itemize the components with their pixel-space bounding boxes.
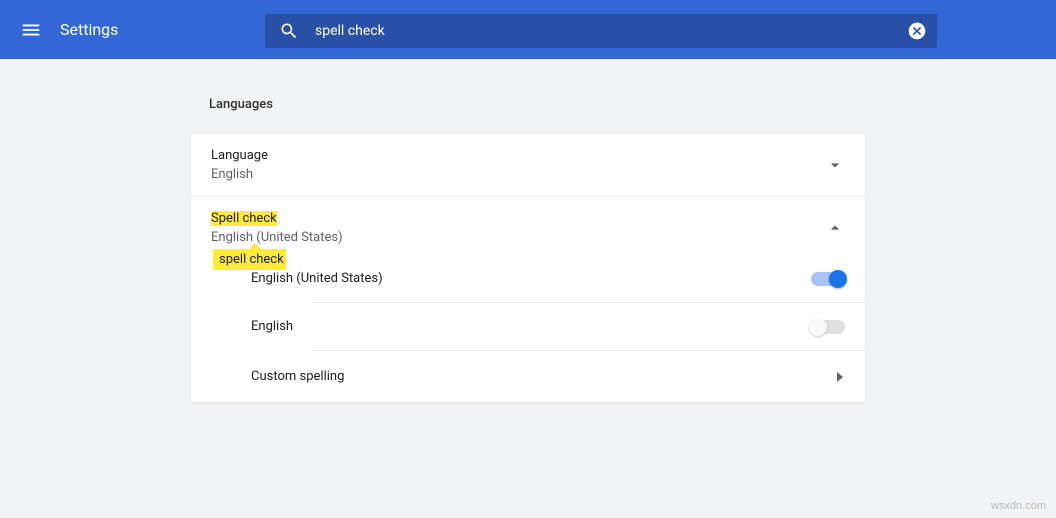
toggle-en-us[interactable] [811, 272, 845, 286]
spellcheck-highlight: Spell check [211, 211, 277, 226]
spellcheck-en-us-label: English (United States) [251, 271, 383, 286]
spellcheck-en-label: English [251, 319, 293, 334]
watermark: wsxdn.com [991, 500, 1046, 512]
section-title: Languages [209, 97, 865, 112]
spellcheck-row[interactable]: Spell check English (United States) [191, 197, 865, 255]
search-icon [279, 21, 299, 41]
language-row[interactable]: Language English [191, 134, 865, 197]
languages-card: Language English Spell check English (Un… [191, 134, 865, 402]
spellcheck-sub: English (United States) [211, 230, 343, 245]
toggle-en[interactable] [811, 320, 845, 334]
language-sub: English [211, 167, 268, 182]
content-area: Languages Language English Spell check E… [0, 59, 1056, 402]
language-row-main: Language English [211, 148, 268, 182]
spellcheck-en-row: English [251, 303, 865, 350]
spellcheck-label: Spell check [211, 211, 343, 226]
search-input[interactable] [315, 23, 907, 39]
spellcheck-row-main: Spell check English (United States) [211, 211, 343, 245]
chevron-down-icon[interactable] [825, 155, 845, 175]
menu-icon[interactable] [20, 19, 42, 41]
spellcheck-nested: spell check English (United States) Engl… [191, 255, 865, 402]
custom-spelling-label: Custom spelling [251, 369, 344, 384]
language-label: Language [211, 148, 268, 163]
settings-panel: Languages Language English Spell check E… [191, 97, 865, 402]
clear-search-icon[interactable] [907, 21, 927, 41]
custom-spelling-row[interactable]: Custom spelling [251, 351, 865, 402]
page-title: Settings [60, 20, 118, 39]
search-match-tip: spell check [213, 249, 286, 270]
app-header: Settings [0, 0, 1056, 59]
search-bar [265, 14, 937, 48]
spellcheck-en-us-row: English (United States) [251, 255, 865, 302]
arrow-right-icon [835, 367, 845, 386]
chevron-up-icon[interactable] [825, 218, 845, 238]
